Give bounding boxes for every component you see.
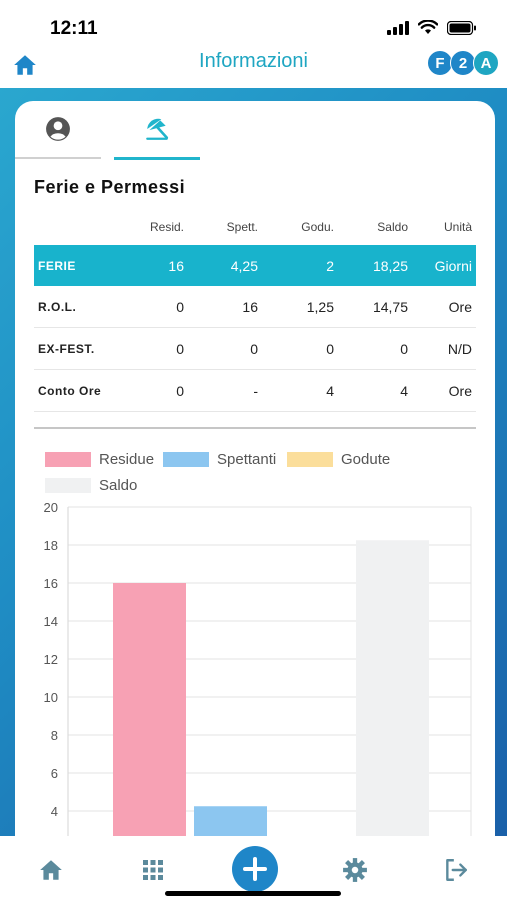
cell-unita: Giorni: [412, 245, 476, 286]
signal-icon: [387, 20, 409, 35]
table-row-conto-ore[interactable]: Conto Ore 0 - 4 4 Ore: [34, 369, 476, 412]
legend-item-spettanti[interactable]: Spettanti: [163, 451, 276, 468]
y-tick-label: 8: [51, 728, 58, 743]
legend-item-residue[interactable]: Residue: [45, 451, 154, 468]
leave-table: Resid. Spett. Godu. Saldo Unità FERIE 16…: [34, 209, 476, 412]
cell-saldo: 14,75: [338, 286, 412, 328]
row-label: EX-FEST.: [34, 327, 134, 370]
table-header-label: [34, 209, 134, 245]
cell-godu: 1,25: [262, 286, 338, 328]
tab-personal[interactable]: [15, 101, 101, 159]
tab-bar: [15, 101, 495, 160]
home-indicator: [165, 891, 341, 896]
cell-godu: 2: [262, 245, 338, 286]
legend-swatch: [287, 452, 333, 467]
cell-spett: 16: [188, 286, 262, 328]
cell-resid: 0: [134, 286, 188, 328]
leave-bar-chart: 4 6 8 10 12 14 16 18 20: [44, 500, 472, 861]
bottom-apps-button[interactable]: [139, 856, 167, 884]
row-label: FERIE: [34, 245, 134, 286]
y-tick-label: 12: [44, 652, 58, 667]
bar-saldo: [356, 540, 429, 861]
cell-godu: 0: [262, 327, 338, 370]
legend-swatch: [45, 452, 91, 467]
table-header-godu: Godu.: [301, 220, 334, 234]
bottom-logout-button[interactable]: [442, 856, 470, 884]
cell-resid: 0: [134, 369, 188, 412]
nav-header: Informazioni F 2 A: [0, 44, 507, 88]
status-icons: [387, 20, 477, 35]
y-tick-label: 16: [44, 576, 58, 591]
y-tick-label: 10: [44, 690, 58, 705]
y-tick-label: 6: [51, 766, 58, 781]
legend-label: Spettanti: [217, 451, 277, 468]
grid-icon: [143, 860, 163, 880]
table-row-rol[interactable]: R.O.L. 0 16 1,25 14,75 Ore: [34, 286, 476, 328]
cell-spett: 4,25: [188, 245, 262, 286]
cell-resid: 0: [134, 327, 188, 370]
cell-spett: 0: [188, 327, 262, 370]
table-header-unita: Unità: [443, 220, 472, 234]
section-title: Ferie e Permessi: [34, 177, 186, 197]
info-card: Ferie e Permessi Resid. Spett. Godu. Sal…: [15, 101, 495, 861]
person-icon: [46, 117, 70, 141]
battery-icon: [447, 20, 476, 35]
cell-resid: 16: [134, 245, 188, 286]
cell-saldo: 18,25: [338, 245, 412, 286]
table-row-ex-fest[interactable]: EX-FEST. 0 0 0 0 N/D: [34, 327, 476, 370]
table-row-ferie[interactable]: FERIE 16 4,25 2 18,25 Giorni: [34, 245, 476, 286]
beach-umbrella-icon: [146, 118, 169, 140]
add-button[interactable]: [232, 846, 278, 892]
cell-unita: Ore: [412, 369, 476, 412]
cell-godu: 4: [262, 369, 338, 412]
status-bar: 12:11: [0, 0, 507, 44]
row-label: Conto Ore: [34, 369, 134, 412]
tab-holidays[interactable]: [114, 101, 200, 160]
y-tick-label: 4: [51, 804, 58, 819]
bar-residue: [113, 583, 186, 861]
legend-swatch: [163, 452, 209, 467]
legend-swatch: [45, 478, 91, 493]
logout-icon: [446, 859, 467, 881]
f2a-logo: F 2 A: [427, 50, 499, 76]
status-time: 12:11: [50, 18, 98, 39]
cell-saldo: 0: [338, 327, 412, 370]
cell-unita: Ore: [412, 286, 476, 328]
table-header-saldo: Saldo: [377, 220, 408, 234]
logo-letter-a: A: [473, 50, 499, 76]
home-icon: [40, 860, 62, 880]
row-label: R.O.L.: [34, 286, 134, 328]
legend-item-saldo[interactable]: Saldo: [45, 477, 137, 494]
table-header-spett: Spett.: [226, 220, 258, 234]
y-tick-label: 20: [44, 500, 58, 515]
bottom-settings-button[interactable]: [341, 856, 369, 884]
cell-spett: -: [188, 369, 262, 412]
legend-label: Saldo: [99, 477, 138, 494]
plus-icon: [243, 857, 267, 881]
table-header-resid: Resid.: [149, 220, 184, 234]
cell-unita: N/D: [412, 327, 476, 370]
legend-item-godute[interactable]: Godute: [287, 451, 390, 468]
y-tick-label: 14: [44, 614, 58, 629]
cell-saldo: 4: [338, 369, 412, 412]
section-divider: [34, 427, 476, 429]
gear-icon: [343, 858, 367, 882]
wifi-icon: [418, 20, 438, 34]
y-tick-label: 18: [44, 538, 58, 553]
bottom-home-button[interactable]: [37, 856, 65, 884]
legend-label: Residue: [99, 451, 155, 468]
table-header-row: Resid. Spett. Godu. Saldo Unità: [34, 209, 476, 245]
legend-label: Godute: [341, 451, 391, 468]
